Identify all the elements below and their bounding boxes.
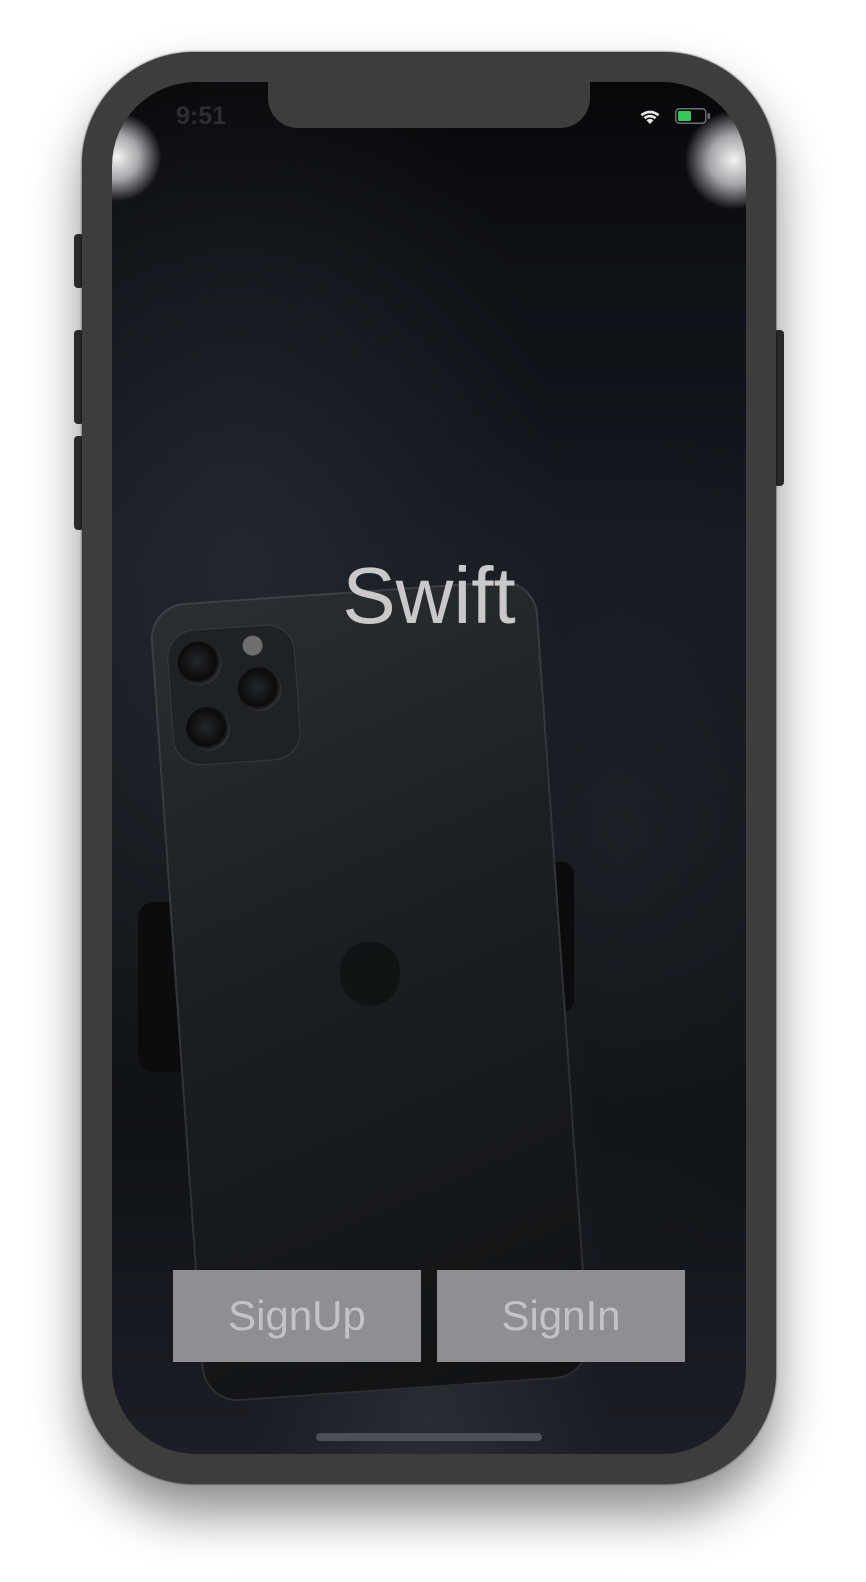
camera-lens — [184, 705, 232, 753]
signin-button[interactable]: SignIn — [437, 1270, 685, 1362]
camera-module — [165, 622, 303, 768]
signup-button[interactable]: SignUp — [173, 1270, 421, 1362]
camera-lens — [236, 665, 284, 713]
home-indicator[interactable] — [316, 1433, 542, 1441]
camera-lens — [176, 639, 224, 687]
screen: 9:51 Swift SignUp SignIn — [112, 82, 746, 1454]
apple-logo — [340, 942, 400, 1006]
status-time: 9:51 — [176, 102, 227, 130]
notch — [268, 82, 590, 128]
wifi-icon — [640, 110, 660, 124]
app-title: Swift — [342, 551, 516, 640]
battery-icon — [675, 108, 710, 124]
